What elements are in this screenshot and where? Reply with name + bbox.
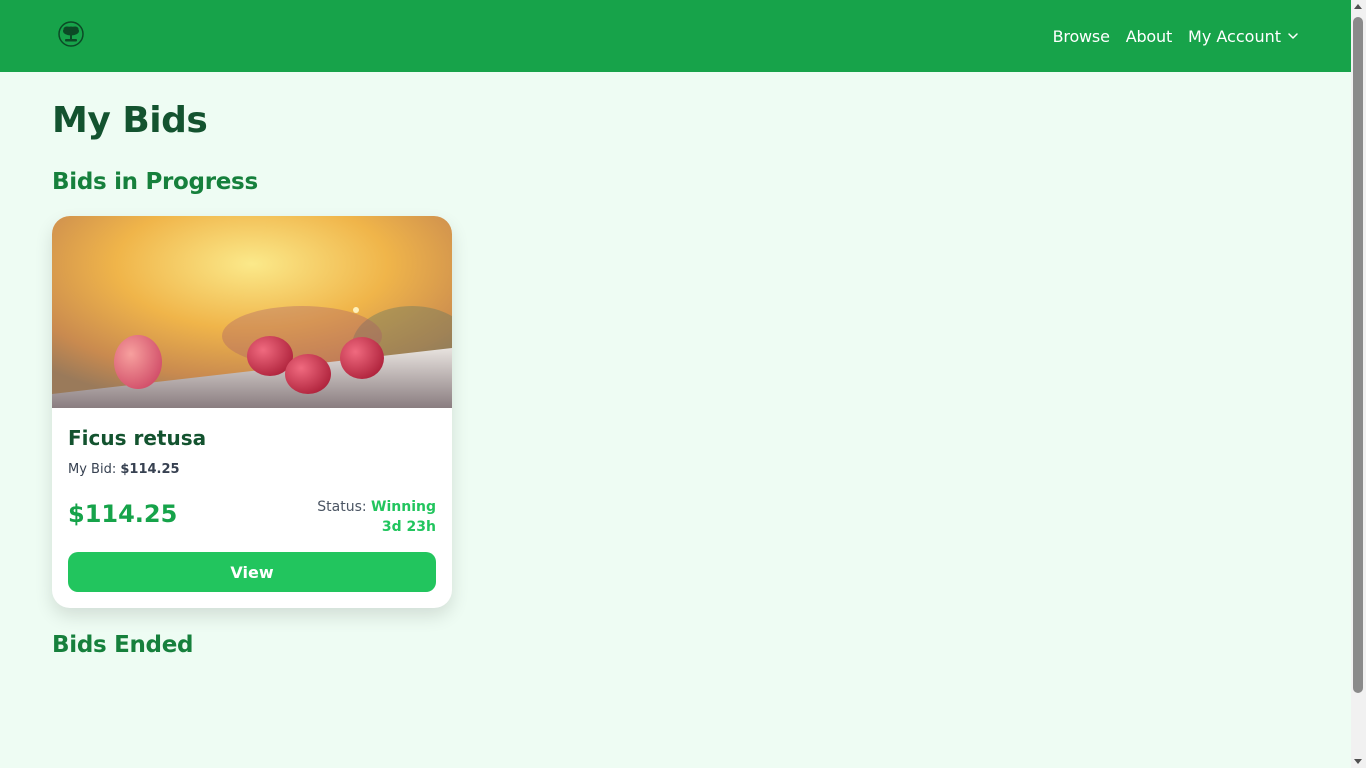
- section-title-bids-ended: Bids Ended: [52, 632, 194, 658]
- status-label: Status:: [317, 499, 367, 515]
- scroll-up-arrow-icon[interactable]: [1354, 4, 1362, 9]
- page: Browse About My Account My Bids Bids in …: [0, 0, 1351, 768]
- my-bid: My Bid: $114.25: [68, 462, 180, 477]
- view-button[interactable]: View: [68, 552, 436, 592]
- section-title-bids-in-progress: Bids in Progress: [52, 169, 258, 195]
- my-account-dropdown[interactable]: My Account: [1188, 27, 1299, 46]
- vertical-scrollbar[interactable]: [1351, 0, 1366, 768]
- status-value: Winning: [371, 499, 436, 515]
- my-bid-value: $114.25: [120, 462, 180, 477]
- item-name: Ficus retusa: [68, 426, 207, 450]
- page-title: My Bids: [52, 100, 208, 141]
- current-price: $114.25: [68, 500, 178, 528]
- bid-card: Ficus retusa My Bid: $114.25 $114.25 Sta…: [52, 216, 452, 608]
- item-image: [52, 216, 452, 408]
- nav-links: Browse About My Account: [1053, 0, 1299, 72]
- my-bid-label: My Bid:: [68, 462, 117, 477]
- navbar: Browse About My Account: [0, 0, 1351, 72]
- my-account-label: My Account: [1188, 26, 1281, 46]
- chevron-down-icon: [1288, 33, 1298, 39]
- time-remaining: 3d 23h: [381, 519, 436, 535]
- bid-status: Status: Winning 3d 23h: [317, 497, 436, 537]
- nav-browse-link[interactable]: Browse: [1053, 27, 1110, 46]
- scroll-down-arrow-icon[interactable]: [1354, 759, 1362, 764]
- scrollbar-thumb[interactable]: [1353, 17, 1363, 693]
- nav-about-link[interactable]: About: [1126, 27, 1173, 46]
- bonsai-tree-logo-icon[interactable]: [58, 21, 84, 47]
